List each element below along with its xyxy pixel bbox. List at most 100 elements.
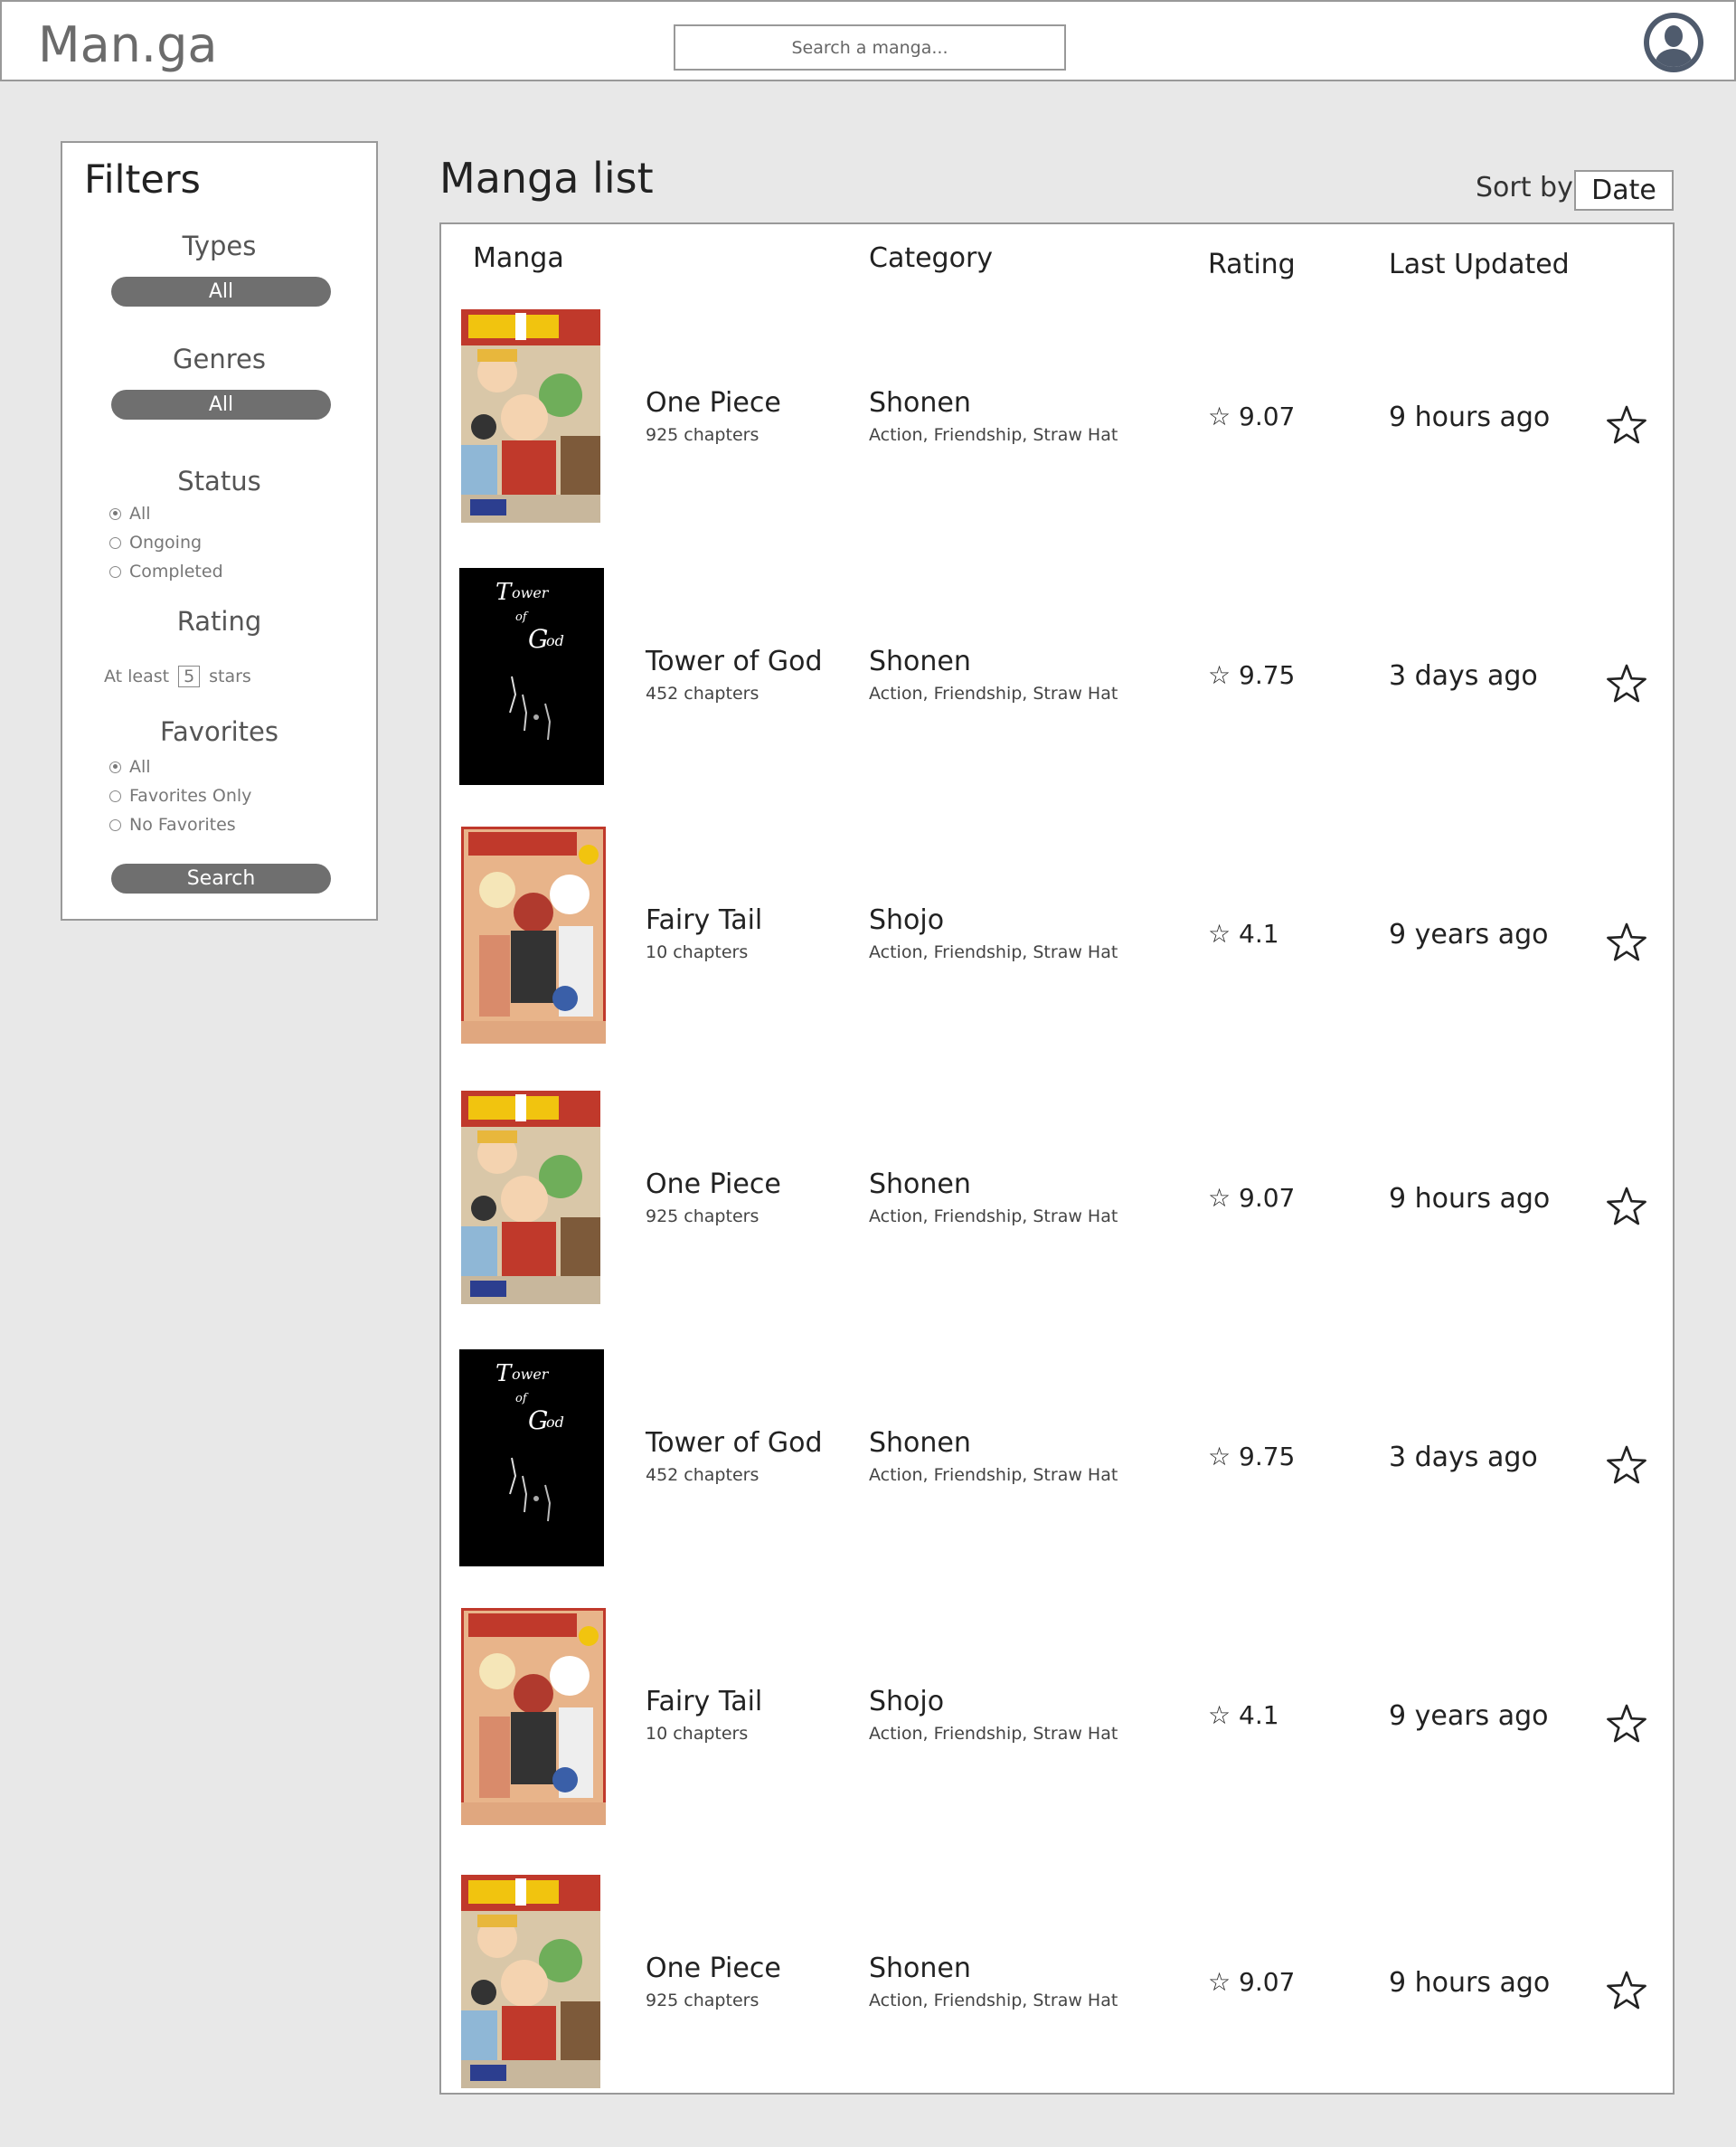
favorites-option-none[interactable]: No Favorites	[109, 810, 251, 839]
favorite-star-icon[interactable]	[1605, 921, 1648, 964]
manga-cover[interactable]	[461, 1608, 606, 1825]
manga-title[interactable]: One Piece	[646, 1168, 781, 1200]
manga-last-updated: 9 hours ago	[1389, 1183, 1551, 1215]
manga-title[interactable]: Fairy Tail	[646, 904, 762, 936]
manga-category: Shonen	[869, 646, 971, 677]
manga-last-updated: 3 days ago	[1389, 1442, 1538, 1473]
table-row[interactable]: T ower of G od Tower of God 452 chapters…	[441, 557, 1673, 816]
manga-category: Shonen	[869, 387, 971, 419]
favorite-star-icon[interactable]	[1605, 1702, 1648, 1745]
column-header-manga[interactable]: Manga	[473, 242, 564, 274]
manga-category: Shojo	[869, 904, 945, 936]
column-header-rating[interactable]: Rating	[1208, 249, 1296, 280]
radio-icon[interactable]	[109, 536, 121, 549]
manga-chapters: 925 chapters	[646, 425, 760, 445]
types-label: Types	[182, 231, 257, 261]
status-label: Status	[177, 466, 261, 497]
favorite-star-icon[interactable]	[1605, 1185, 1648, 1228]
favorites-option-only[interactable]: Favorites Only	[109, 781, 251, 810]
site-logo[interactable]: Man.ga	[38, 16, 217, 73]
manga-tags: Action, Friendship, Straw Hat	[869, 425, 1118, 445]
manga-rating: ☆ 9.07	[1208, 1183, 1296, 1213]
svg-text:of: of	[515, 610, 529, 624]
favorites-label: Favorites	[160, 716, 278, 747]
cover-one-piece-image	[461, 309, 600, 523]
manga-tags: Action, Friendship, Straw Hat	[869, 942, 1118, 962]
manga-category: Shonen	[869, 1427, 971, 1459]
manga-rating: ☆ 9.07	[1208, 402, 1296, 431]
radio-checked-icon[interactable]	[109, 507, 121, 520]
manga-title[interactable]: Fairy Tail	[646, 1686, 762, 1717]
manga-cover[interactable]: T ower of G od	[459, 1349, 604, 1566]
search-button[interactable]: Search	[111, 864, 331, 894]
radio-icon[interactable]	[109, 565, 121, 578]
table-row[interactable]: One Piece 925 chapters Shonen Action, Fr…	[441, 298, 1673, 557]
filters-title: Filters	[84, 157, 201, 203]
status-option-all[interactable]: All	[109, 499, 223, 528]
favorite-star-icon[interactable]	[1605, 662, 1648, 705]
manga-table: Manga Category Rating Last Updated One P…	[439, 222, 1675, 2095]
cover-tower-of-god-image: T ower of G od	[459, 568, 604, 785]
column-header-category[interactable]: Category	[869, 242, 993, 274]
avatar-icon[interactable]	[1644, 13, 1703, 72]
filters-panel: Filters Types All Genres All Status All …	[61, 141, 378, 921]
table-row[interactable]: T ower of G od Tower of God 452 chapters…	[441, 1338, 1673, 1597]
manga-title[interactable]: One Piece	[646, 387, 781, 419]
cover-tower-of-god-image: T ower of G od	[459, 1349, 604, 1566]
favorite-star-icon[interactable]	[1605, 1443, 1648, 1487]
status-option-ongoing[interactable]: Ongoing	[109, 528, 223, 557]
svg-text:T: T	[495, 579, 513, 606]
favorites-options: All Favorites Only No Favorites	[109, 752, 251, 839]
svg-text:od: od	[546, 632, 564, 649]
manga-category: Shojo	[869, 1686, 945, 1717]
genres-label: Genres	[173, 344, 266, 374]
manga-cover[interactable]	[461, 1875, 600, 2092]
favorites-option-all[interactable]: All	[109, 752, 251, 781]
sort-label: Sort by	[1476, 172, 1573, 203]
manga-last-updated: 9 hours ago	[1389, 1967, 1551, 1999]
column-header-last-updated[interactable]: Last Updated	[1389, 249, 1570, 280]
manga-rating: ☆ 4.1	[1208, 1700, 1279, 1730]
manga-tags: Action, Friendship, Straw Hat	[869, 1991, 1118, 2010]
manga-rating: ☆ 4.1	[1208, 919, 1279, 949]
table-row[interactable]: One Piece 925 chapters Shonen Action, Fr…	[441, 1080, 1673, 1338]
manga-cover[interactable]	[461, 827, 606, 1044]
manga-rating: ☆ 9.07	[1208, 1967, 1296, 1997]
manga-chapters: 10 chapters	[646, 1724, 749, 1744]
svg-text:ower: ower	[512, 1366, 550, 1383]
search-input[interactable]: Search a manga...	[674, 24, 1066, 71]
table-row[interactable]: Fairy Tail 10 chapters Shojo Action, Fri…	[441, 1597, 1673, 1856]
table-row[interactable]: One Piece 925 chapters Shonen Action, Fr…	[441, 1864, 1673, 2123]
radio-icon[interactable]	[109, 790, 121, 802]
manga-tags: Action, Friendship, Straw Hat	[869, 1724, 1118, 1744]
manga-chapters: 10 chapters	[646, 942, 749, 962]
radio-checked-icon[interactable]	[109, 761, 121, 773]
manga-category: Shonen	[869, 1168, 971, 1200]
radio-icon[interactable]	[109, 818, 121, 831]
manga-title[interactable]: One Piece	[646, 1953, 781, 1984]
cover-one-piece-image	[461, 1875, 600, 2088]
favorite-star-icon[interactable]	[1605, 1969, 1648, 2012]
table-row[interactable]: Fairy Tail 10 chapters Shojo Action, Fri…	[441, 816, 1673, 1074]
manga-rating: ☆ 9.75	[1208, 1442, 1296, 1471]
status-options: All Ongoing Completed	[109, 499, 223, 586]
manga-chapters: 925 chapters	[646, 1991, 760, 2010]
manga-tags: Action, Friendship, Straw Hat	[869, 1465, 1118, 1485]
svg-text:od: od	[546, 1414, 564, 1431]
manga-cover[interactable]	[461, 1091, 600, 1308]
rating-filter: At least 5 stars	[104, 666, 251, 687]
status-option-completed[interactable]: Completed	[109, 557, 223, 586]
manga-cover[interactable]: T ower of G od	[459, 568, 604, 785]
manga-title[interactable]: Tower of God	[646, 646, 823, 677]
manga-rating: ☆ 9.75	[1208, 660, 1296, 690]
genres-select[interactable]: All	[111, 390, 331, 420]
manga-cover[interactable]	[461, 309, 600, 526]
manga-chapters: 452 chapters	[646, 1465, 760, 1485]
cover-fairy-tail-image	[461, 827, 606, 1044]
manga-title[interactable]: Tower of God	[646, 1427, 823, 1459]
types-select[interactable]: All	[111, 277, 331, 307]
svg-text:of: of	[515, 1392, 529, 1405]
sort-select[interactable]: Date	[1574, 170, 1674, 211]
rating-input[interactable]: 5	[178, 666, 201, 687]
favorite-star-icon[interactable]	[1605, 403, 1648, 447]
